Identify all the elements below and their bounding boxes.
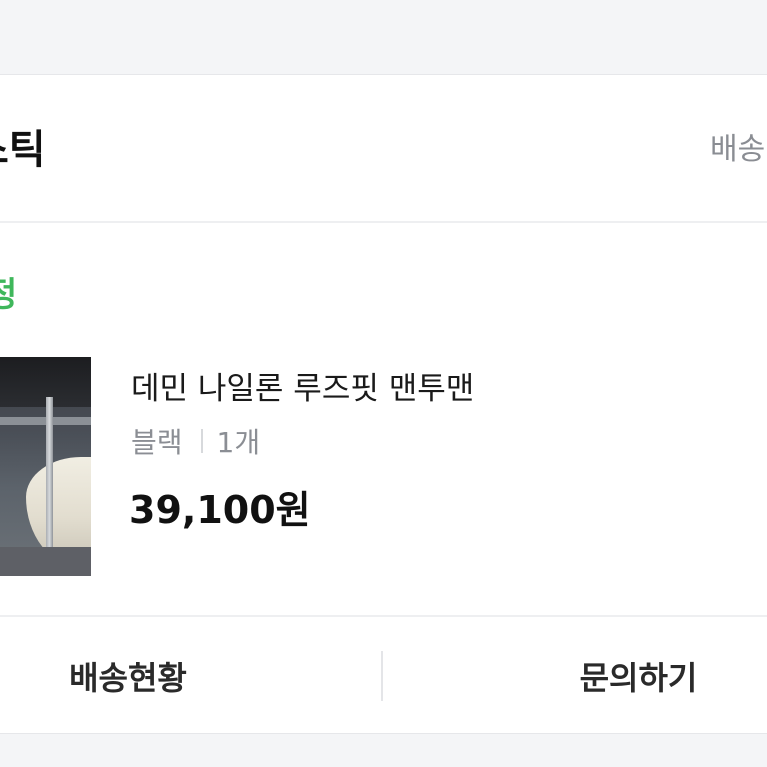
product-options: 블랙 1개 — [131, 423, 260, 459]
product-name[interactable]: 데민 나일론 루즈핏 맨투맨 — [131, 363, 474, 408]
thumbnail-pole-shape — [46, 397, 53, 572]
inquiry-button[interactable]: 문의하기 — [510, 617, 767, 735]
thumbnail-floor-shape — [0, 547, 91, 576]
product-thumbnail[interactable] — [0, 357, 91, 576]
product-color: 블랙 — [131, 426, 183, 459]
order-header: 스틱 배송 — [0, 75, 767, 223]
order-status: 정 — [0, 275, 18, 315]
order-actions: 배송현황 문의하기 — [0, 615, 767, 735]
product-quantity: 1개 — [216, 426, 261, 459]
order-card: 스틱 배송 정 데민 나일론 루즈핏 맨투맨 블랙 1개 39,100원 배송현… — [0, 74, 767, 734]
option-separator — [200, 429, 203, 453]
actions-divider — [381, 651, 383, 701]
delivery-link[interactable]: 배송 — [710, 124, 765, 168]
brand-title[interactable]: 스틱 — [0, 117, 46, 175]
product-price: 39,100원 — [129, 488, 311, 532]
delivery-tracking-button[interactable]: 배송현황 — [0, 617, 256, 735]
